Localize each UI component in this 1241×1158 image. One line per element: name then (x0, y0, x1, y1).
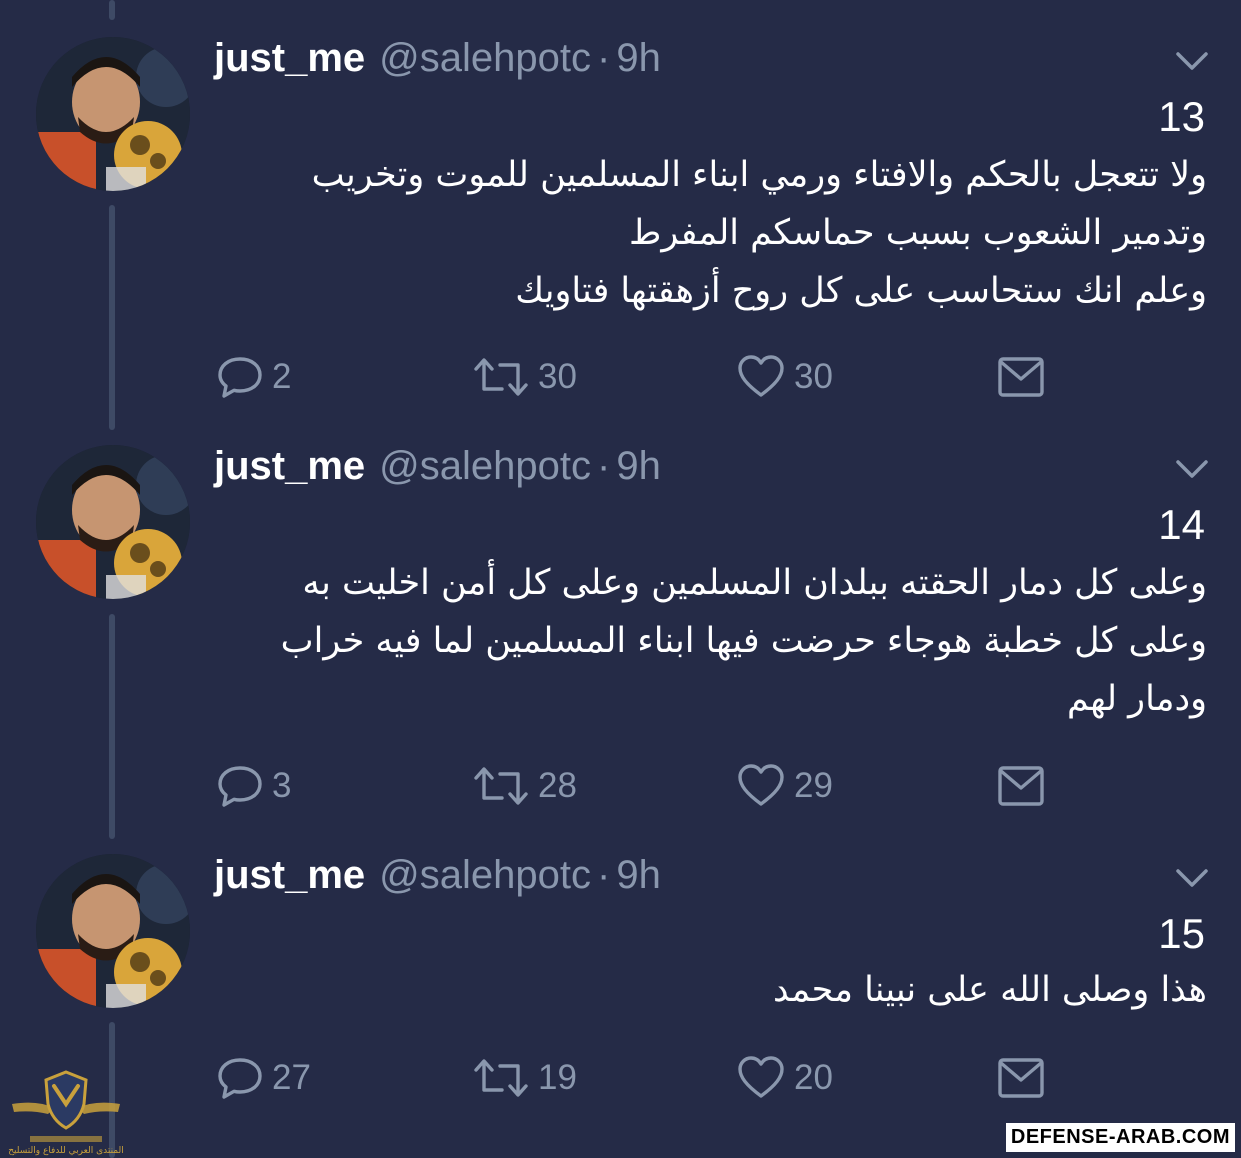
retweet-count: 30 (538, 357, 577, 396)
reply-button[interactable]: 3 (216, 761, 291, 811)
avatar[interactable] (36, 37, 190, 191)
reply-icon (218, 357, 262, 398)
thread-number: 13 (1158, 93, 1205, 140)
tweet-text-line: وعلى كل خطبة هوجاء حرضت فيها ابناء المسل… (280, 621, 1207, 661)
dm-button[interactable] (996, 352, 1046, 402)
like-button[interactable]: 20 (736, 1053, 833, 1103)
reply-icon (218, 1058, 262, 1099)
retweet-count: 28 (538, 766, 577, 805)
tweet-actions: 2 30 30 (0, 352, 1241, 402)
tweet-text-line: وتدمير الشعوب بسبب حماسكم المفرط (628, 213, 1207, 253)
retweet-button[interactable]: 19 (472, 1053, 577, 1103)
reply-count: 3 (272, 766, 292, 805)
tweet-text-line: وعلى كل دمار الحقته ببلدان المسلمين وعلى… (302, 563, 1207, 603)
tweet-text: وعلى كل دمار الحقته ببلدان المسلمين وعلى… (247, 554, 1207, 728)
retweet-button[interactable]: 28 (472, 761, 577, 811)
timestamp[interactable]: 9h (616, 853, 661, 897)
tweet-header: just_me @salehpotc · 9h (214, 38, 661, 78)
like-count: 29 (794, 766, 833, 805)
tweet[interactable]: just_me @salehpotc · 9h 13 ولا تتعجل بالحكم… (0, 0, 1241, 420)
heart-icon (738, 764, 784, 806)
thread-number: 15 (1158, 910, 1205, 957)
heart-icon (738, 355, 784, 397)
separator-dot: · (597, 444, 611, 488)
chevron-down-icon[interactable] (1170, 454, 1214, 484)
user-handle[interactable]: @salehpotc (379, 444, 591, 488)
chevron-down-icon[interactable] (1170, 46, 1214, 76)
retweet-icon (474, 767, 528, 805)
reply-count: 2 (272, 357, 292, 396)
retweet-icon (474, 1059, 528, 1097)
tweet-text-line: هذا وصلى الله على نبينا محمد (773, 970, 1207, 1010)
heart-icon (738, 1056, 784, 1098)
chevron-down-icon[interactable] (1170, 863, 1214, 893)
like-button[interactable]: 30 (736, 352, 833, 402)
watermark-logo-caption: المنتدى العربي للدفاع والتسليح (8, 1146, 123, 1156)
like-count: 20 (794, 1058, 833, 1097)
user-handle[interactable]: @salehpotc (379, 853, 591, 897)
avatar[interactable] (36, 854, 190, 1008)
reply-button[interactable]: 2 (216, 352, 291, 402)
reply-button[interactable]: 27 (216, 1053, 311, 1103)
display-name[interactable]: just_me (214, 444, 365, 488)
timestamp[interactable]: 9h (616, 36, 661, 80)
tweet-text-line: وعلم انك ستحاسب على كل روح أزهقتها فتاوي… (515, 271, 1207, 311)
tweet-actions: 27 19 20 (0, 1053, 1241, 1103)
mail-icon (998, 357, 1044, 397)
thread-number: 14 (1158, 501, 1205, 548)
dm-button[interactable] (996, 761, 1046, 811)
reply-count: 27 (272, 1058, 311, 1097)
like-count: 30 (794, 357, 833, 396)
retweet-icon (474, 358, 528, 396)
display-name[interactable]: just_me (214, 853, 365, 897)
tweet-text-line: ودمار لهم (1066, 679, 1207, 719)
avatar[interactable] (36, 445, 190, 599)
site-watermark: DEFENSE-ARAB.COM (1005, 1123, 1235, 1152)
like-button[interactable]: 29 (736, 761, 833, 811)
tweet-text: هذا وصلى الله على نبينا محمد (247, 961, 1207, 1019)
watermark-logo: المنتدى العربي للدفاع والتسليح (8, 1070, 124, 1156)
mail-icon (998, 766, 1044, 806)
timestamp[interactable]: 9h (616, 444, 661, 488)
user-handle[interactable]: @salehpotc (379, 36, 591, 80)
tweet-actions: 3 28 29 (0, 761, 1241, 811)
retweet-button[interactable]: 30 (472, 352, 577, 402)
mail-icon (998, 1058, 1044, 1098)
reply-icon (218, 766, 262, 807)
tweet-header: just_me @salehpotc · 9h (214, 855, 661, 895)
separator-dot: · (597, 36, 611, 80)
separator-dot: · (597, 853, 611, 897)
dm-button[interactable] (996, 1053, 1046, 1103)
tweet[interactable]: just_me @salehpotc · 9h 15 هذا وصلى الله عل… (0, 817, 1241, 1158)
retweet-count: 19 (538, 1058, 577, 1097)
tweet[interactable]: just_me @salehpotc · 9h 14 وعلى كل دمار الح… (0, 408, 1241, 828)
tweet-header: just_me @salehpotc · 9h (214, 446, 661, 486)
tweet-text: ولا تتعجل بالحكم والافتاء ورمي ابناء الم… (247, 146, 1207, 320)
display-name[interactable]: just_me (214, 36, 365, 80)
tweet-text-line: ولا تتعجل بالحكم والافتاء ورمي ابناء الم… (311, 155, 1207, 195)
